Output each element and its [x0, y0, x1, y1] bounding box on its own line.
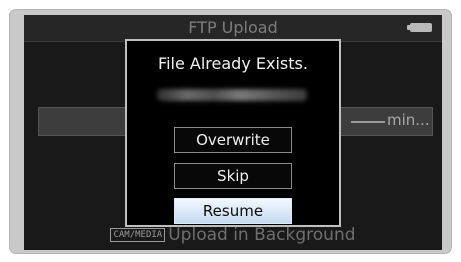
overwrite-button[interactable]: Overwrite [174, 127, 292, 153]
remaining-time-unit: min... [387, 111, 430, 129]
upload-in-background-label: Upload in Background [168, 224, 356, 245]
remaining-time-dash [351, 121, 385, 123]
cam-media-button-icon: CAM/MEDIA [110, 227, 166, 242]
camera-lcd-screen: FTP Upload :::: min... CAM/MEDIAUpload i… [24, 15, 442, 250]
skip-button[interactable]: Skip [174, 163, 292, 189]
dialog-title: File Already Exists. [158, 54, 308, 73]
file-exists-dialog: File Already Exists. Overwrite Skip Resu… [125, 39, 341, 227]
battery-icon [407, 23, 432, 32]
screen-title: FTP Upload [188, 18, 278, 37]
background-upload-option[interactable]: CAM/MEDIA Upload in Background [24, 224, 442, 245]
title-bar: FTP Upload [24, 15, 442, 42]
blurred-filename [157, 89, 307, 101]
resume-button[interactable]: Resume [174, 198, 292, 224]
